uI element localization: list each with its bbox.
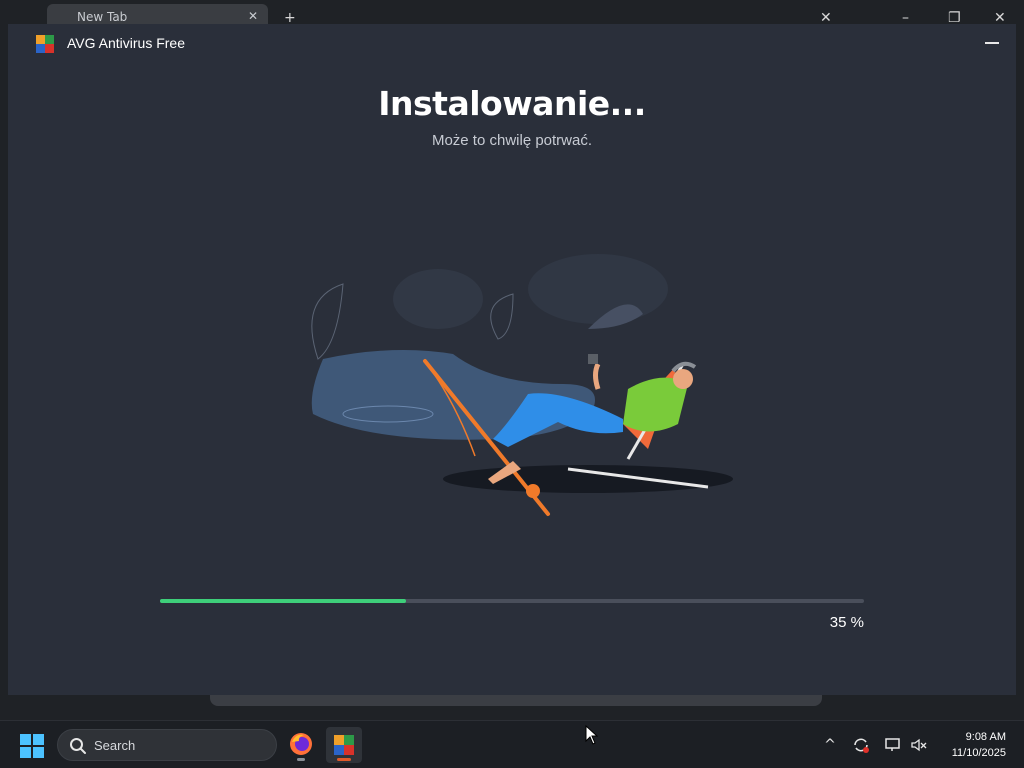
reel: [526, 484, 540, 498]
person-cup: [588, 354, 598, 364]
installer-window: AVG Antivirus Free Instalowanie... Może …: [8, 24, 1016, 695]
leaf-outline: [311, 283, 344, 360]
install-subheading: Może to chwilę potrwać.: [431, 132, 593, 149]
windows-start-icon[interactable]: [20, 734, 44, 758]
app-running-indicator: [297, 758, 305, 761]
progress-fill: [160, 599, 407, 603]
person-arm: [593, 362, 601, 390]
ground-shadow: [443, 465, 733, 493]
taskbar-search[interactable]: Search: [57, 729, 277, 761]
tab-close-icon[interactable]: ✕: [248, 9, 258, 23]
avg-taskbar-button[interactable]: [326, 727, 362, 763]
taskbar: Search ^ 9:08 AM 11/10/2025: [0, 720, 1024, 768]
show-hidden-icons-chevron-icon[interactable]: ^: [821, 736, 839, 754]
app-active-indicator: [337, 758, 351, 761]
mouse-cursor-icon: [585, 725, 599, 745]
sync-icon[interactable]: [852, 736, 870, 754]
clock-date: 11/10/2025: [951, 747, 1006, 759]
cloud-shape: [393, 269, 483, 329]
browser-tab-label: New Tab: [77, 10, 128, 24]
install-progress-bar: [160, 599, 864, 603]
search-icon: [70, 738, 86, 754]
installer-titlebar: AVG Antivirus Free: [8, 24, 1016, 64]
install-heading: Instalowanie...: [378, 84, 646, 123]
browser-bottom-bar: [210, 694, 822, 706]
search-placeholder: Search: [94, 738, 136, 753]
firefox-taskbar-button[interactable]: [283, 727, 319, 763]
app-title: AVG Antivirus Free: [67, 35, 186, 51]
minimize-button[interactable]: [982, 32, 1002, 52]
person-head: [673, 369, 693, 389]
avg-logo-icon: [36, 35, 54, 53]
progress-percent: 35 %: [829, 614, 864, 631]
fishing-illustration: [311, 254, 733, 516]
volume-muted-icon[interactable]: [910, 736, 928, 754]
network-icon[interactable]: [884, 736, 902, 754]
cloud-shape: [528, 254, 668, 324]
clock-time: 9:08 AM: [965, 731, 1006, 743]
leaf-outline: [490, 293, 514, 340]
system-clock[interactable]: 9:08 AM 11/10/2025: [952, 729, 1006, 761]
